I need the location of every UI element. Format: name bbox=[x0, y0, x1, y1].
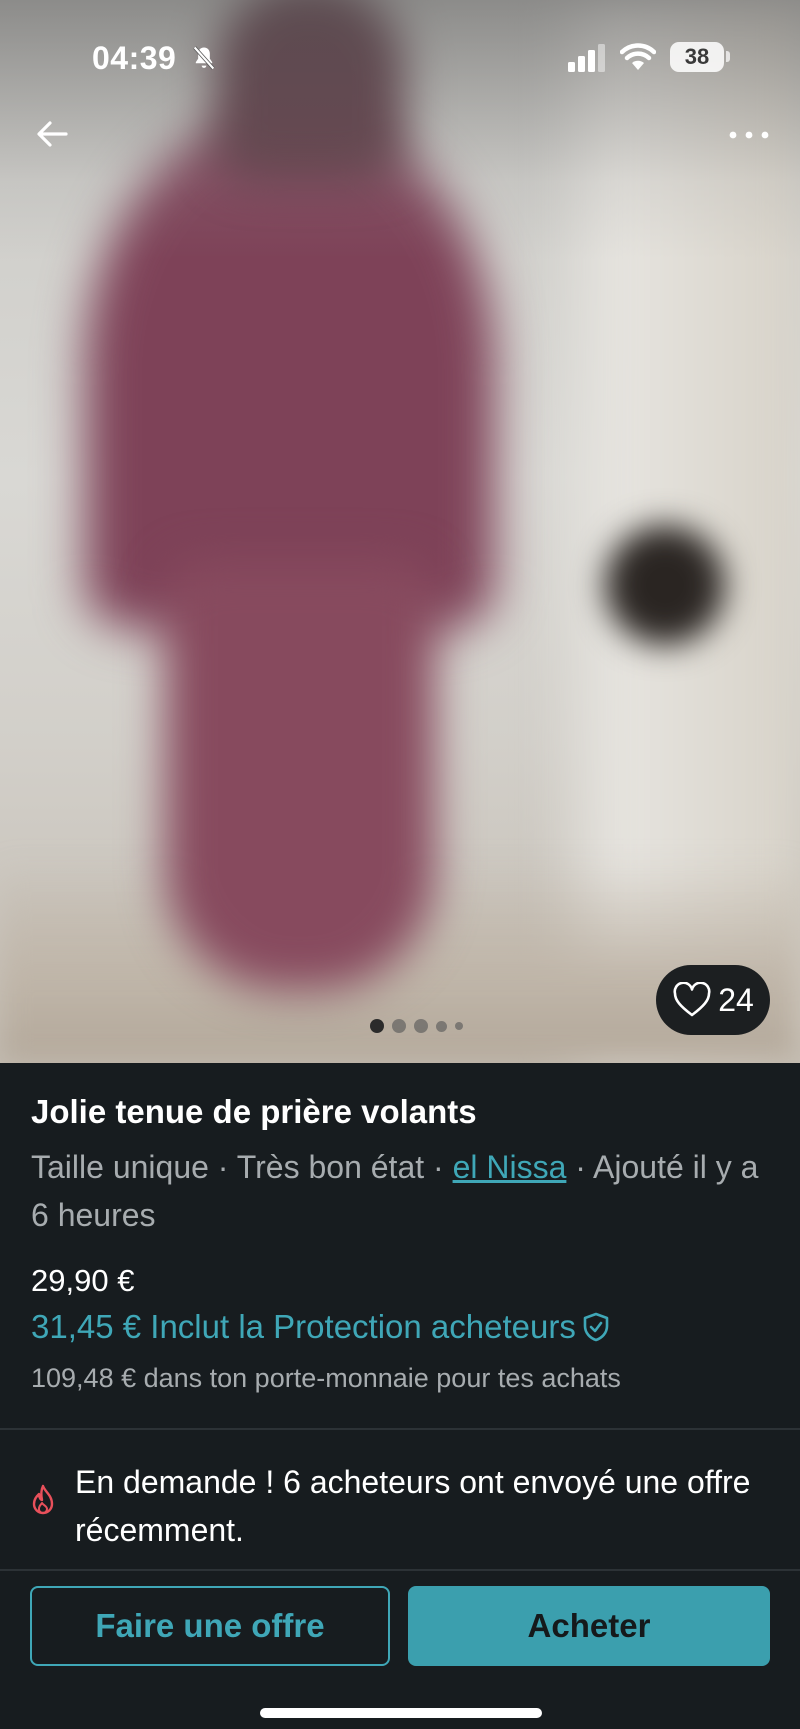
photo-pagination bbox=[370, 1018, 463, 1034]
buyer-protection-link[interactable]: 31,45 € Inclut la Protection acheteurs bbox=[31, 1308, 610, 1346]
section-divider bbox=[0, 1428, 800, 1430]
favorite-button[interactable]: 24 bbox=[656, 965, 770, 1035]
meta-separator: · bbox=[566, 1149, 594, 1185]
pagination-dot[interactable] bbox=[414, 1019, 428, 1033]
favorites-count: 24 bbox=[718, 981, 754, 1018]
wallet-balance-note: 109,48 € dans ton porte-monnaie pour tes… bbox=[31, 1363, 621, 1393]
status-time: 04:39 bbox=[92, 40, 177, 76]
bottom-action-bar: Faire une offre Acheter bbox=[0, 1569, 800, 1729]
shield-check-icon bbox=[583, 1312, 609, 1342]
item-condition: Très bon état bbox=[236, 1149, 425, 1185]
pagination-dot[interactable] bbox=[436, 1020, 447, 1032]
pagination-dot[interactable] bbox=[370, 1019, 384, 1033]
item-photo[interactable]: 04:39 38 24 bbox=[0, 0, 800, 1063]
item-detail-screen: 04:39 38 24 Jolie tenue de prière volant… bbox=[0, 0, 800, 1729]
item-meta: Taille unique · Très bon état · el Nissa… bbox=[31, 1143, 771, 1239]
home-indicator[interactable] bbox=[260, 1708, 542, 1718]
wifi-icon bbox=[620, 43, 656, 70]
photo-garment-skirt bbox=[165, 560, 435, 990]
item-price: 29,90 € bbox=[31, 1263, 135, 1298]
bell-off-icon bbox=[193, 46, 215, 70]
battery-nub bbox=[726, 51, 730, 62]
item-size: Taille unique bbox=[31, 1149, 209, 1185]
buy-button[interactable]: Acheter bbox=[408, 1586, 770, 1666]
photo-doorknob bbox=[605, 525, 725, 645]
heart-outline-icon bbox=[673, 982, 711, 1017]
arrow-left-icon[interactable] bbox=[28, 110, 76, 158]
more-dots-icon[interactable] bbox=[724, 115, 774, 155]
flame-icon bbox=[32, 1484, 54, 1515]
pagination-dot[interactable] bbox=[455, 1022, 463, 1030]
pagination-dot[interactable] bbox=[392, 1019, 406, 1033]
item-title: Jolie tenue de prière volants bbox=[31, 1093, 477, 1130]
seller-link[interactable]: el Nissa bbox=[453, 1149, 567, 1185]
signal-icon bbox=[568, 44, 605, 72]
status-bar: 04:39 38 bbox=[0, 30, 800, 86]
battery-icon: 38 bbox=[670, 42, 724, 72]
meta-separator: · bbox=[208, 1149, 237, 1185]
make-offer-button[interactable]: Faire une offre bbox=[30, 1586, 390, 1666]
demand-message: En demande ! 6 acheteurs ont envoyé une … bbox=[75, 1464, 751, 1548]
price-with-protection: 31,45 € Inclut la Protection acheteurs bbox=[31, 1308, 576, 1345]
meta-separator: · bbox=[424, 1149, 453, 1185]
